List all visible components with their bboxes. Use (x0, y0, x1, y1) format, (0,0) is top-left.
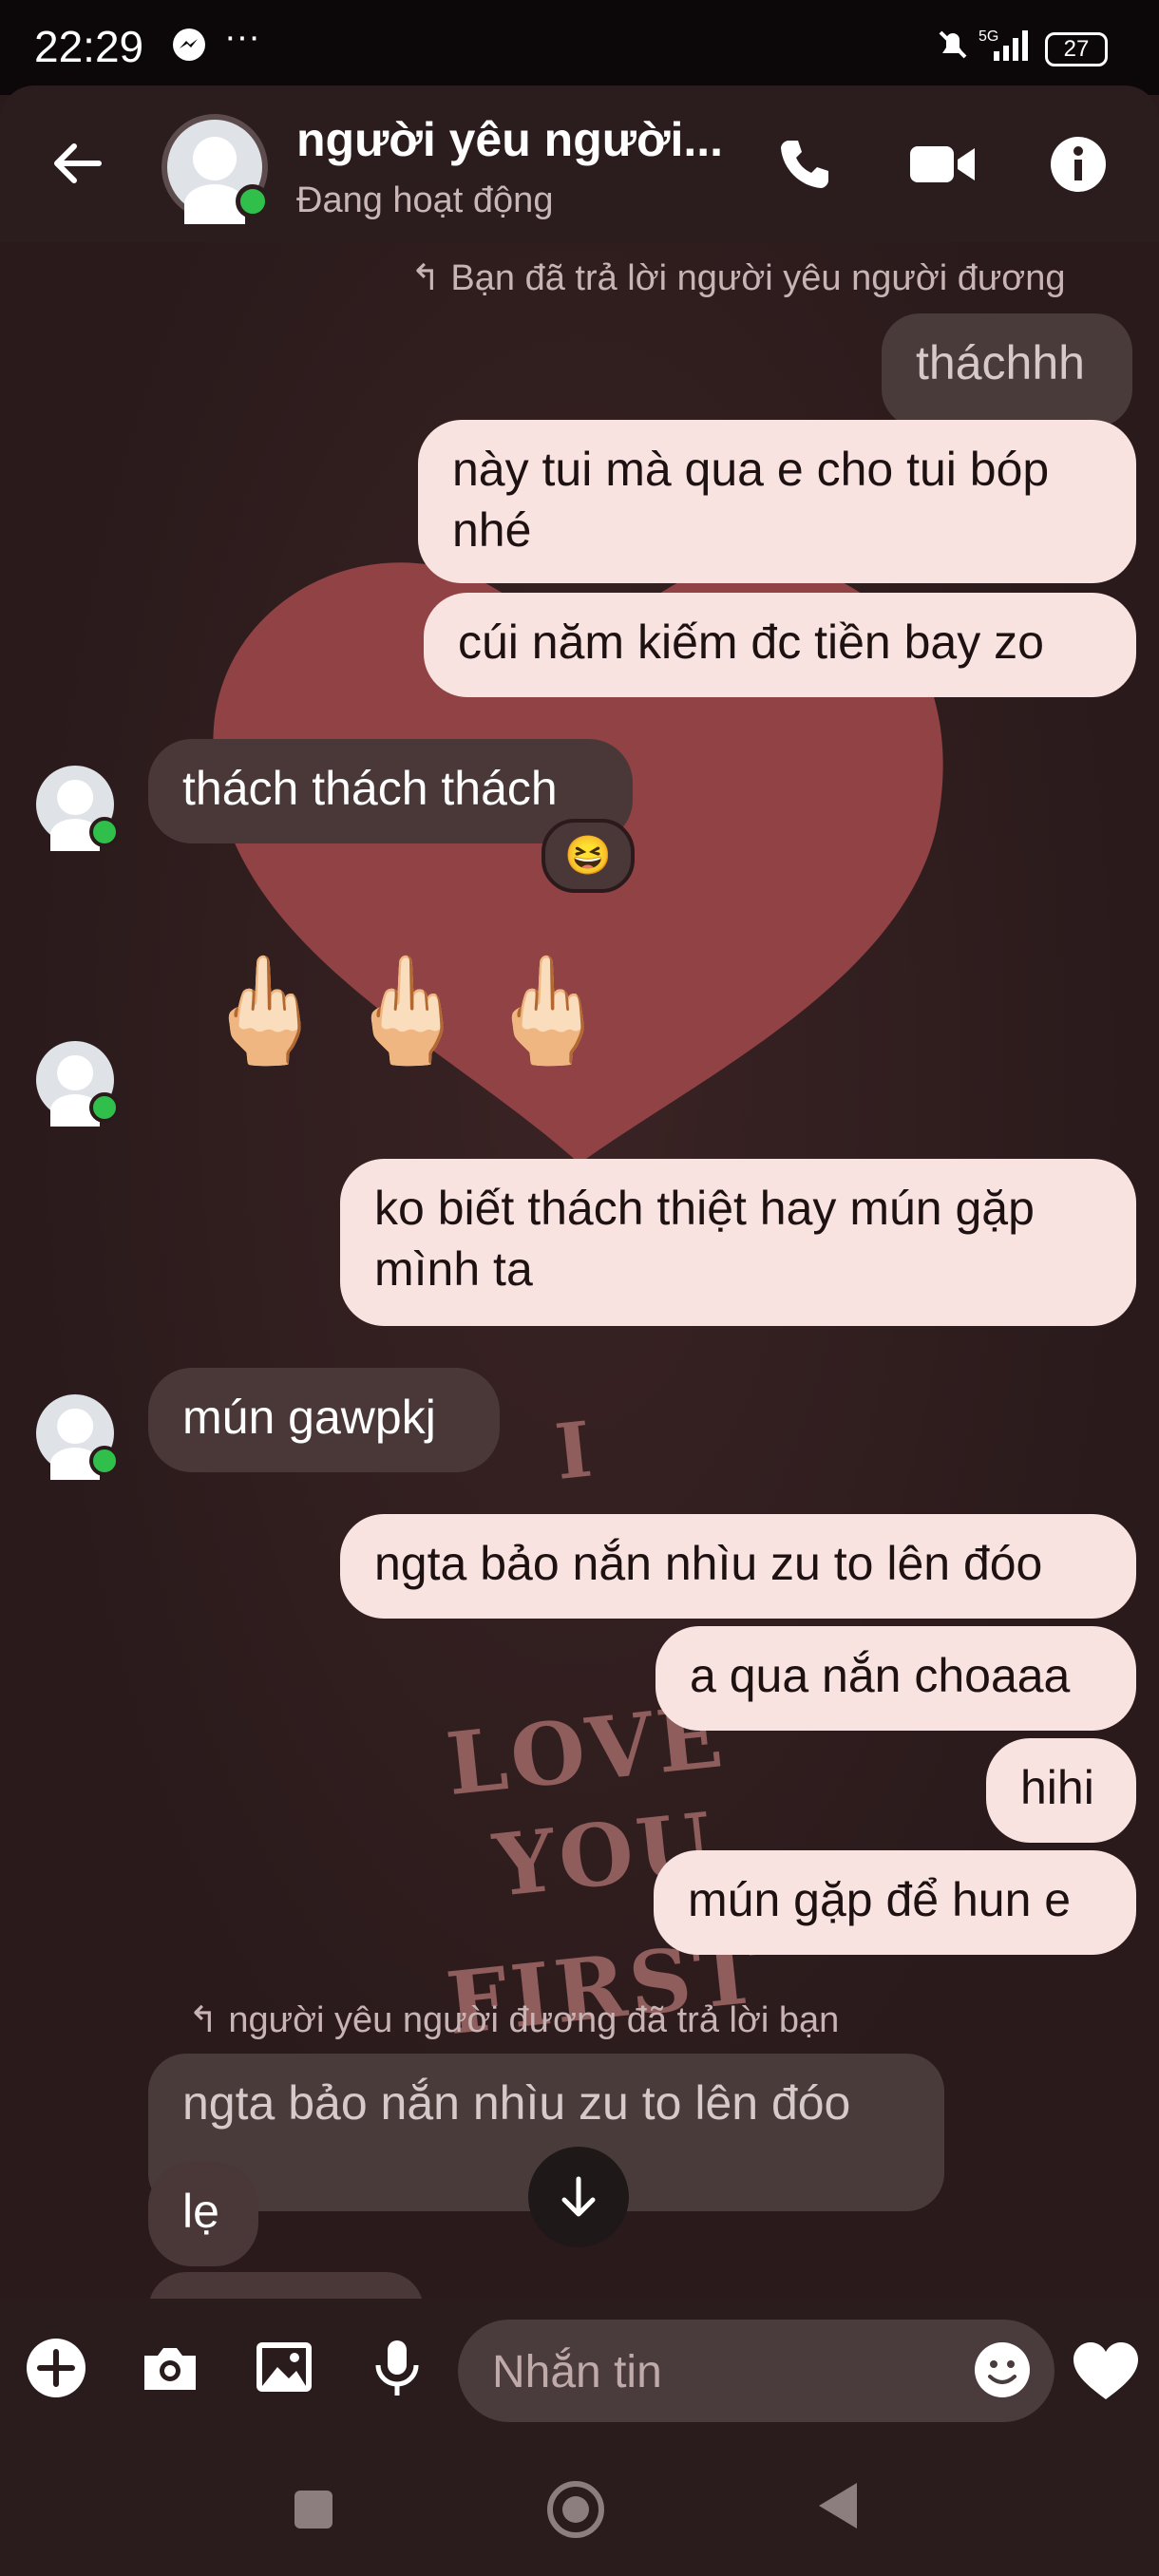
info-icon[interactable] (1049, 135, 1108, 206)
phone-call-icon[interactable] (775, 135, 834, 206)
system-navigation-bar (0, 2441, 1159, 2576)
online-indicator (89, 817, 120, 847)
contact-name[interactable]: người yêu người... (296, 112, 743, 167)
contact-avatar-small[interactable] (36, 1394, 120, 1481)
camera-icon[interactable] (139, 2337, 201, 2414)
middle-finger-emoji[interactable]: 🖕🏻 (483, 950, 613, 1072)
contact-status: Đang hoạt động (296, 180, 554, 220)
microphone-icon[interactable] (369, 2337, 426, 2414)
messenger-icon (171, 27, 207, 72)
middle-finger-emoji[interactable]: 🖕🏻 (200, 950, 330, 1072)
status-bar: 22:29 ··· 5G 27 (0, 0, 1159, 95)
outgoing-message[interactable]: hihi (986, 1738, 1136, 1843)
back-nav-icon[interactable] (813, 2479, 863, 2547)
message-composer: Nhắn tin (0, 2299, 1159, 2441)
reply-note: ↰ người yêu người đương đã trả lời bạn (188, 2000, 840, 2040)
quoted-message[interactable]: tháchhh (882, 313, 1132, 427)
scroll-to-bottom-button[interactable] (528, 2147, 629, 2247)
contact-avatar[interactable] (162, 114, 270, 224)
reply-note: ↰ Bạn đã trả lời người yêu người đương (410, 258, 1066, 298)
video-call-icon[interactable] (908, 135, 977, 206)
reaction-badge[interactable]: 😆 (542, 819, 635, 893)
online-indicator (89, 1092, 120, 1123)
add-icon[interactable] (25, 2337, 87, 2414)
online-indicator (89, 1446, 120, 1476)
clock: 22:29 (34, 22, 144, 71)
incoming-message[interactable]: mún gawpkj (148, 1368, 500, 1472)
message-placeholder: Nhắn tin (492, 2347, 662, 2397)
outgoing-message[interactable]: ngta bảo nắn nhìu zu to lên đóo (340, 1514, 1136, 1619)
outgoing-message[interactable]: này tui mà qua e cho tui bóp nhé (418, 420, 1136, 583)
recent-apps-icon[interactable] (291, 2479, 336, 2547)
online-indicator (236, 184, 270, 218)
outgoing-message[interactable]: a qua nắn choaaa (656, 1626, 1136, 1731)
chat-header: người yêu người... Đang hoạt động (0, 85, 1159, 242)
more-notifications-icon: ··· (224, 17, 260, 57)
incoming-message[interactable]: lẹ (148, 2162, 258, 2266)
battery-indicator: 27 (1045, 32, 1108, 66)
message-input[interactable]: Nhắn tin (458, 2320, 1054, 2422)
contact-avatar-small[interactable] (36, 1041, 120, 1127)
gallery-icon[interactable] (253, 2337, 315, 2414)
mute-icon (935, 27, 971, 72)
person-icon (193, 137, 237, 180)
back-arrow-icon[interactable] (48, 135, 104, 206)
signal-icon (980, 27, 1034, 72)
outgoing-message[interactable]: mún gặp để hun e (654, 1850, 1136, 1955)
middle-finger-emoji[interactable]: 🖕🏻 (342, 950, 472, 1072)
heart-like-icon[interactable] (1072, 2340, 1140, 2417)
outgoing-message[interactable]: ko biết thách thiệt hay mún gặp mình ta (340, 1159, 1136, 1326)
home-icon[interactable] (545, 2479, 606, 2554)
emoji-icon[interactable] (973, 2340, 1032, 2412)
outgoing-message[interactable]: cúi năm kiếm đc tiền bay zo (424, 593, 1136, 697)
contact-avatar-small[interactable] (36, 766, 120, 852)
